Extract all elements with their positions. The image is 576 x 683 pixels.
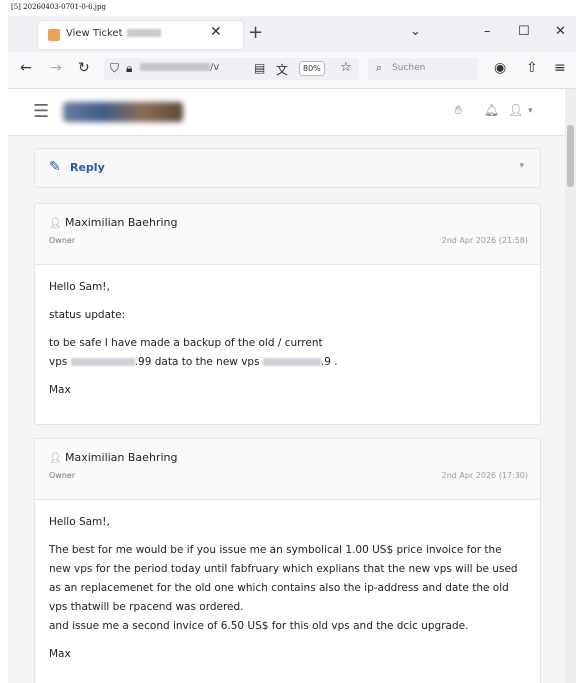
- redacted-ip: [70, 358, 135, 366]
- image-caption: [5] 20260403-0701-0-6.jpg: [11, 3, 106, 11]
- translate-icon[interactable]: 文: [276, 61, 288, 78]
- shield-icon[interactable]: ⛉: [110, 61, 119, 76]
- bookmark-star-icon[interactable]: ☆: [340, 60, 352, 75]
- message-signature: Max: [49, 384, 71, 396]
- message-line: to be safe I have made a backup of the o…: [49, 337, 323, 349]
- page-scrollbar[interactable]: [565, 89, 576, 683]
- message-header: 👤︎ Maximilian Baehring Owner 2nd Apr 202…: [35, 204, 540, 265]
- message-line: .99 data to the new vps: [134, 356, 263, 368]
- message-body: Hello Sam!, The best for me would be if …: [49, 513, 524, 673]
- forward-icon[interactable]: →: [50, 60, 62, 76]
- message-paragraph: and issue me a second invice of 6.50 US$…: [49, 620, 469, 632]
- menu-icon[interactable]: ≡: [554, 60, 566, 76]
- author-role: Owner: [49, 236, 76, 245]
- reply-label: Reply: [70, 161, 105, 174]
- message-line: status update:: [49, 309, 126, 321]
- close-tab-icon[interactable]: ✕: [210, 24, 222, 40]
- nav-toolbar: ← → ↻ ⛉ 🔒︎ /v ▤ 文 80% ☆ ⌕ Suchen ◉ ⇧ ≡: [8, 52, 576, 89]
- message-line: .9 .: [320, 356, 338, 368]
- message-timestamp: 2nd Apr 2026 (21:58): [441, 236, 528, 245]
- new-tab-icon[interactable]: +: [248, 22, 263, 43]
- minimize-icon[interactable]: –: [484, 24, 491, 39]
- message-greeting: Hello Sam!,: [49, 281, 110, 293]
- redacted-tab-text: [126, 29, 161, 37]
- reply-panel[interactable]: ✎ Reply ▾: [34, 148, 541, 188]
- message-greeting: Hello Sam!,: [49, 516, 110, 528]
- reload-icon[interactable]: ↻: [78, 60, 90, 76]
- site-favicon-icon: [48, 29, 60, 41]
- tab-view-ticket[interactable]: View Ticket ✕: [38, 21, 243, 49]
- bell-icon[interactable]: 🔔︎: [484, 103, 499, 117]
- account-icon[interactable]: ◉: [494, 60, 506, 76]
- site-logo[interactable]: [63, 102, 183, 122]
- pencil-icon: ✎: [49, 159, 61, 175]
- user-menu-icon[interactable]: 👤︎: [508, 103, 523, 117]
- address-bar[interactable]: ⛉ 🔒︎ /v ▤ 文 80% ☆: [104, 58, 359, 80]
- url-suffix: /v: [210, 62, 220, 73]
- notifications-icon[interactable]: ✋︎: [455, 103, 462, 118]
- message-card: 👤︎ Maximilian Baehring Owner 2nd Apr 202…: [34, 203, 541, 425]
- scrollbar-thumb[interactable]: [567, 125, 574, 187]
- collapse-chevron-icon[interactable]: ▾: [519, 161, 524, 171]
- search-bar[interactable]: ⌕ Suchen: [368, 58, 478, 80]
- close-window-icon[interactable]: ✕: [555, 24, 566, 39]
- author-role: Owner: [49, 471, 76, 480]
- redacted-url: [140, 63, 210, 71]
- site-header: ☰ ✋︎ 🔔︎ 👤︎ ▾: [8, 89, 565, 136]
- user-icon: 👤︎: [49, 218, 62, 229]
- message-line: vps: [49, 356, 71, 368]
- search-icon: ⌕: [376, 61, 383, 74]
- message-paragraph: The best for me would be if you issue me…: [49, 544, 518, 613]
- redacted-ip: [262, 358, 321, 366]
- author-name: Maximilian Baehring: [65, 451, 178, 464]
- hamburger-menu-icon[interactable]: ☰: [33, 101, 49, 122]
- user-icon: 👤︎: [49, 453, 62, 464]
- tab-list-chevron-icon[interactable]: ⌄: [410, 24, 421, 39]
- message-header: 👤︎ Maximilian Baehring Owner 2nd Apr 202…: [35, 439, 540, 500]
- user-menu-chevron-icon[interactable]: ▾: [528, 106, 533, 116]
- reader-view-icon[interactable]: ▤: [254, 61, 265, 75]
- browser-window: View Ticket ✕ + ⌄ – ☐ ✕ ← → ↻ ⛉ 🔒︎ /v ▤ …: [8, 16, 576, 683]
- back-icon[interactable]: ←: [20, 60, 32, 76]
- zoom-level[interactable]: 80%: [299, 61, 325, 76]
- message-body: Hello Sam!, status update: to be safe I …: [49, 278, 524, 409]
- search-placeholder: Suchen: [392, 63, 426, 73]
- maximize-icon[interactable]: ☐: [518, 24, 530, 39]
- lock-icon[interactable]: 🔒︎: [126, 61, 132, 76]
- tab-strip: View Ticket ✕ + ⌄ – ☐ ✕: [8, 16, 576, 52]
- tab-title: View Ticket: [66, 28, 123, 39]
- share-icon[interactable]: ⇧: [526, 60, 538, 76]
- message-card: 👤︎ Maximilian Baehring Owner 2nd Apr 202…: [34, 438, 541, 683]
- page-viewport: ☰ ✋︎ 🔔︎ 👤︎ ▾ ✎ Reply ▾ 👤︎ Maximilian Bae…: [8, 89, 576, 683]
- message-signature: Max: [49, 648, 71, 660]
- message-timestamp: 2nd Apr 2026 (17:30): [441, 471, 528, 480]
- author-name: Maximilian Baehring: [65, 216, 178, 229]
